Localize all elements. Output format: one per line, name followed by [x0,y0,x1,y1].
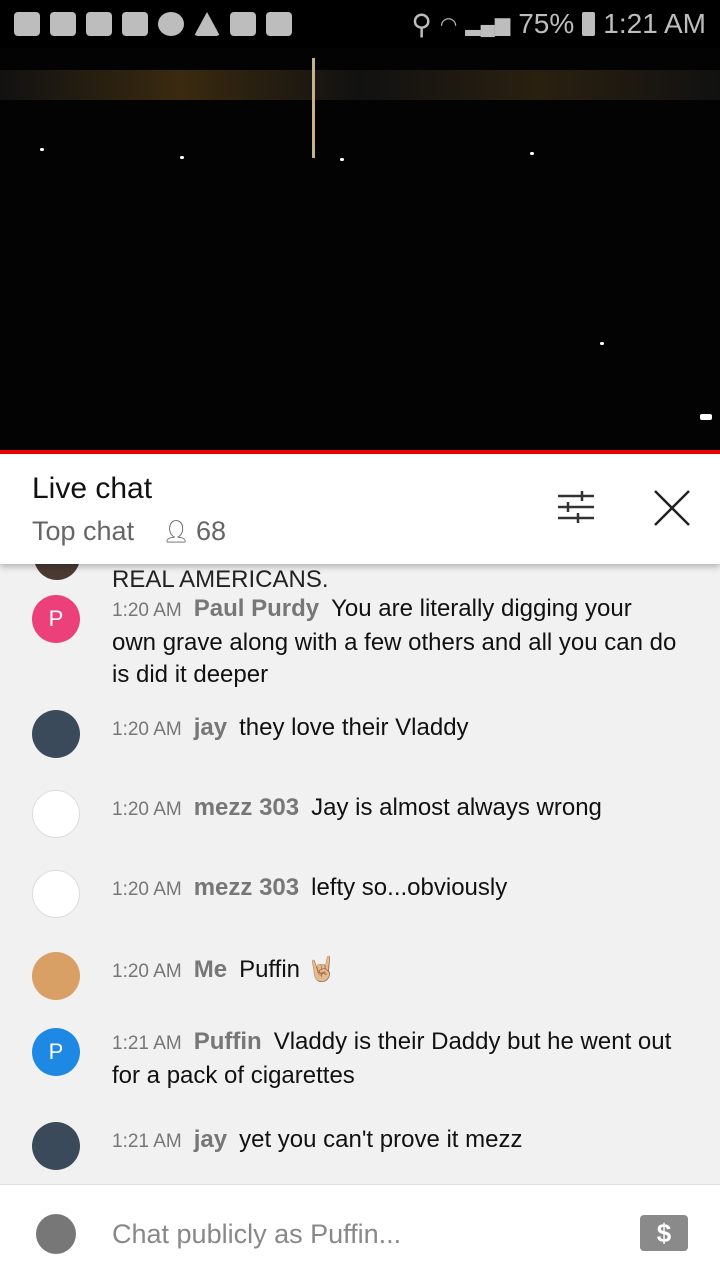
message-text: lefty so...obviously [311,874,508,901]
chat-input[interactable]: Chat publicly as Puffin... [112,1219,401,1250]
chat-list[interactable]: REAL AMERICANS. P 1:20 AM Paul Purdy You a… [0,564,720,1184]
warning-icon [194,12,220,36]
avatar [32,710,80,758]
avatar [32,870,80,918]
chat-header: Live chat Top chat 👤︎ 68 [0,454,720,564]
battery-icon [582,12,596,36]
avatar [32,1122,80,1170]
message-time: 1:20 AM [112,879,182,900]
battery-percent: 75% [518,8,575,39]
image-icon [230,12,256,36]
message-icon [14,12,40,36]
video-player[interactable] [0,48,720,450]
super-chat-icon[interactable]: $ [640,1215,688,1251]
avatar: P [32,595,80,643]
chat-input-bar: Chat publicly as Puffin... $ [0,1184,720,1280]
person-icon: 👤︎ [162,518,191,544]
message-author[interactable]: mezz 303 [194,794,299,821]
viewer-count: 68 [196,516,227,546]
message-time: 1:21 AM [112,1033,182,1054]
alert-message-icon [50,12,76,36]
chat-mode-dropdown[interactable]: Top chat [32,516,134,547]
location-icon: ⚲ [411,8,432,40]
message-text: they love their Vladdy [239,714,469,741]
message-author[interactable]: jay [194,714,227,741]
avatar [34,564,80,580]
shopping-bag-icon [266,12,292,36]
message-time: 1:20 AM [112,799,182,820]
avatar [32,790,80,838]
clock: 1:21 AM [603,8,706,39]
avatar [32,952,80,1000]
message-time: 1:21 AM [112,1131,182,1152]
message-text: Jay is almost always wrong [311,794,602,821]
message-text: Puffin 🤘🏼 [239,956,337,983]
notification-icons [14,12,292,36]
close-icon[interactable] [652,488,692,528]
wifi-icon: ◠ [439,13,458,36]
m-app-icon [158,12,184,36]
message-text: yet you can't prove it mezz [239,1126,523,1153]
youtube-icon [86,12,112,36]
message-time: 1:20 AM [112,719,182,740]
message-author[interactable]: Puffin [194,1028,262,1055]
partial-message: REAL AMERICANS. [112,566,329,593]
message-author[interactable]: Me [194,956,227,983]
message-time: 1:20 AM [112,961,182,982]
message-time: 1:20 AM [112,600,182,621]
message-author[interactable]: mezz 303 [194,874,299,901]
filter-icon[interactable] [556,490,596,524]
folder-icon [122,12,148,36]
avatar: P [32,1028,80,1076]
signal-icon: ▂▄▆ [465,13,511,36]
message-author[interactable]: Paul Purdy [194,595,319,622]
chat-title: Live chat [32,472,153,505]
status-bar: ⚲ ◠ ▂▄▆ 75% 1:21 AM [0,0,720,48]
message-author[interactable]: jay [194,1126,227,1153]
emoji-icon[interactable] [36,1214,76,1254]
